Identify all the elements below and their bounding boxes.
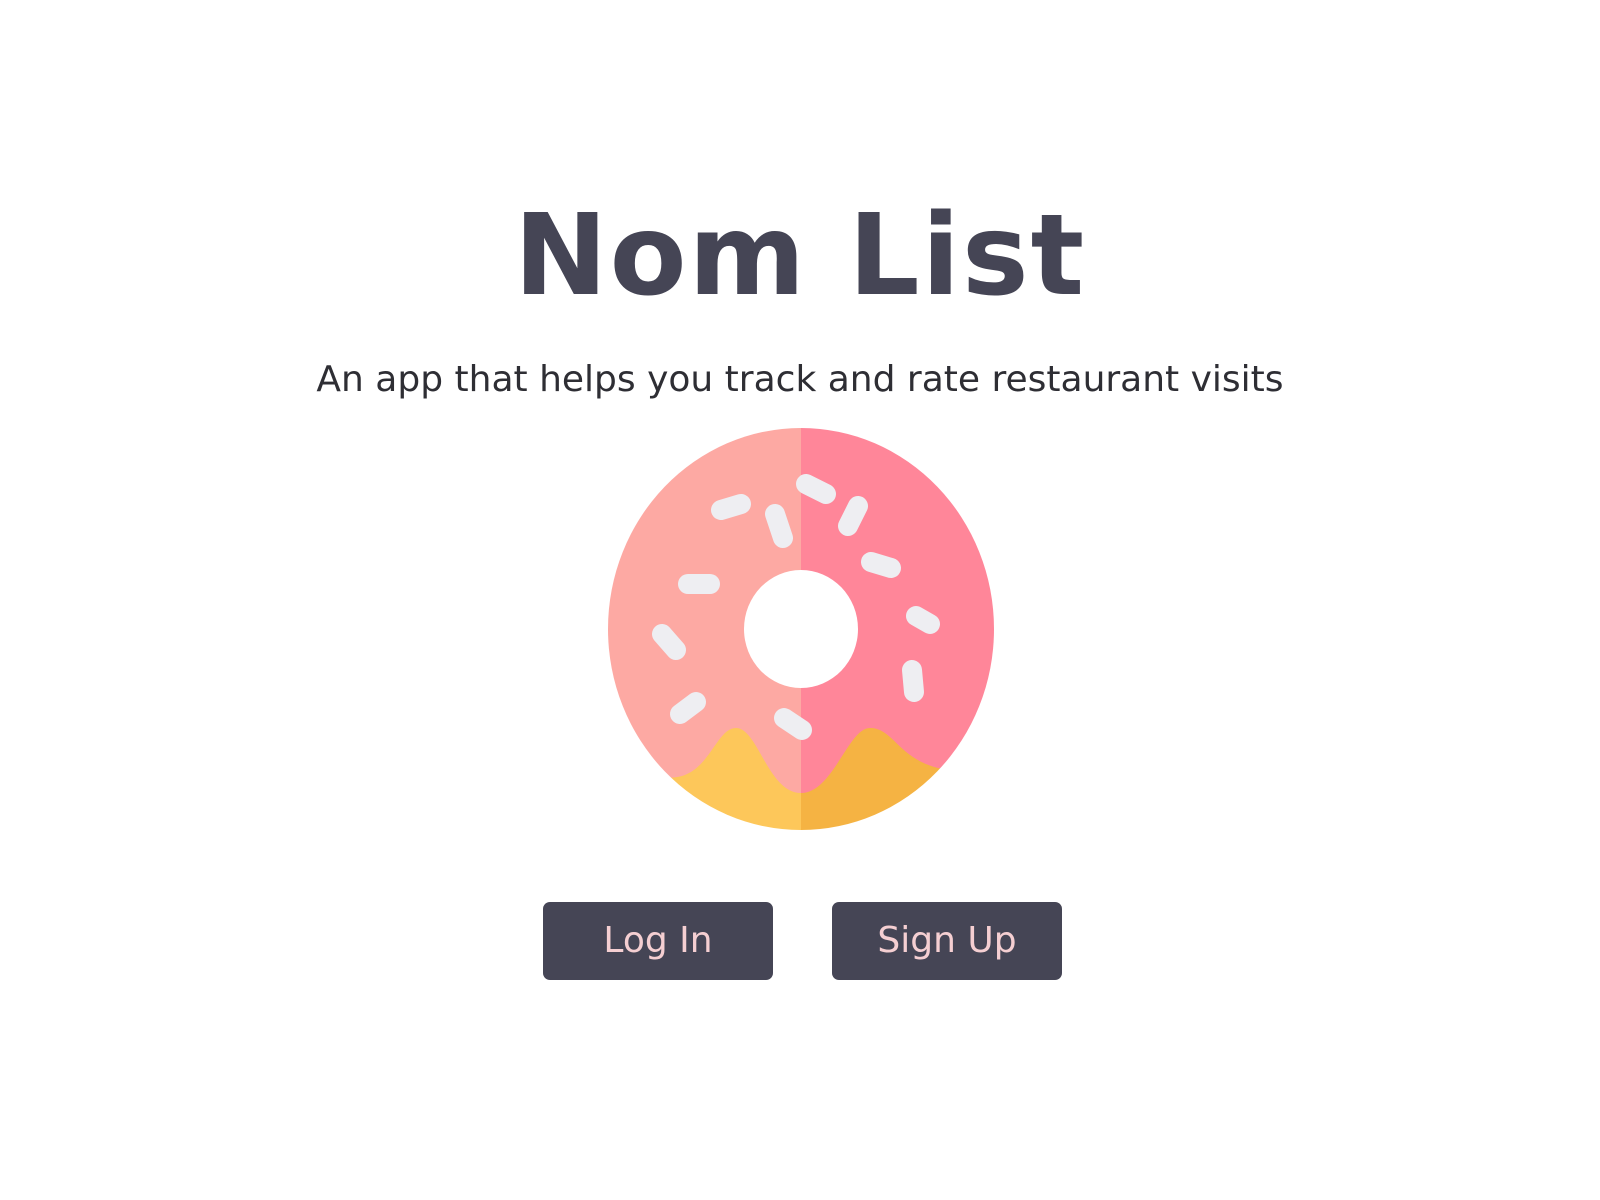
app-tagline: An app that helps you track and rate res… [316,359,1284,400]
landing-page: Nom List An app that helps you track and… [0,0,1600,1200]
app-title: Nom List [513,191,1087,321]
login-button[interactable]: Log In [543,902,773,980]
signup-button[interactable]: Sign Up [832,902,1062,980]
donut-icon [608,428,994,830]
